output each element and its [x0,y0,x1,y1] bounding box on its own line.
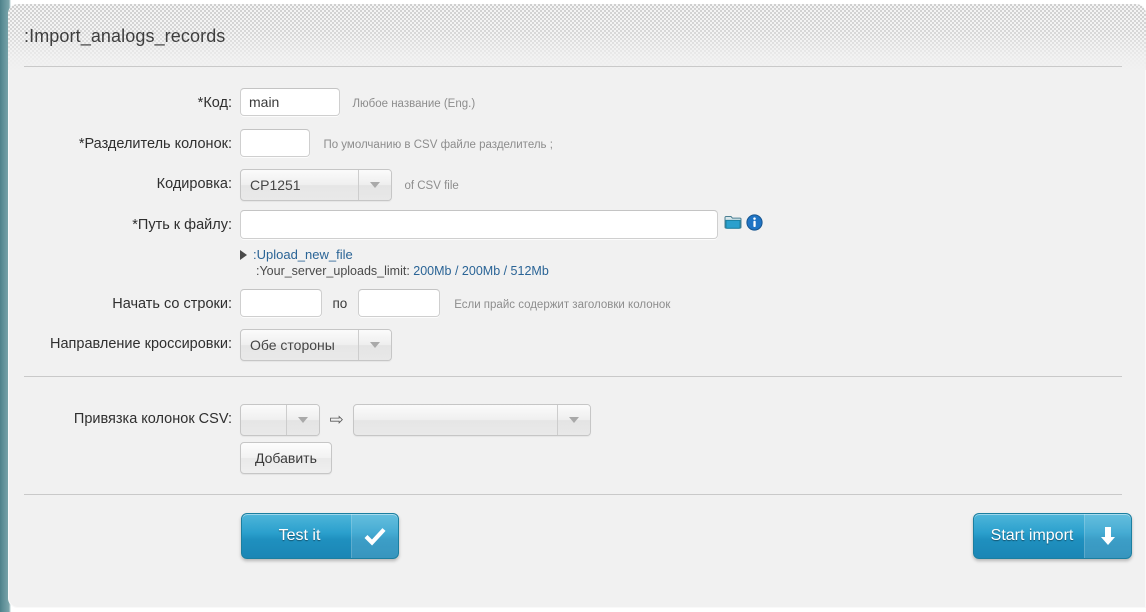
mapping-target-select[interactable] [353,404,592,436]
label-filepath: *Путь к файлу: [132,217,232,233]
controls-direction: Обе стороны [240,329,392,361]
mapping-source-select[interactable] [240,404,320,436]
startrow-separator: по [332,296,348,311]
row-mapping: Привязка колонок CSV: ⇨ [8,404,1146,436]
start-import-button[interactable]: Start import [973,513,1132,559]
controls-startrow: по Если прайс содержит заголовки колонок [240,289,670,317]
hint-delimiter: По умолчанию в CSV файле разделитель ; [323,139,553,151]
checkmark-icon [351,514,398,558]
limit-values: 200Mb / 200Mb / 512Mb [413,264,549,278]
add-mapping-button[interactable]: Добавить [240,442,332,474]
triangle-right-icon [240,249,247,260]
row-encoding: Кодировка: CP1251 of CSV file [8,169,1146,201]
label-direction: Направление кроссировки: [50,336,232,352]
start-import-label: Start import [990,527,1074,544]
row-delimiter: *Разделитель колонок: По умолчанию в CSV… [8,129,1146,159]
startrow-from-input[interactable] [240,289,322,317]
label-holder-code: *Код: [8,88,232,118]
hint-startrow: Если прайс содержит заголовки колонок [454,299,671,311]
upload-new-file-row: :Upload_new_file [240,246,353,262]
startrow-to-input[interactable] [357,289,440,317]
hint-code: Любое название (Eng.) [352,98,476,110]
encoding-select-value: CP1251 [250,177,301,193]
label-delimiter: *Разделитель колонок: [78,136,232,152]
header-divider [24,66,1122,67]
mapping-source-value [241,405,286,435]
label-mapping: Привязка колонок CSV: [73,411,232,427]
controls-delimiter: По умолчанию в CSV файле разделитель ; [240,129,553,157]
row-startrow: Начать со строки: по Если прайс содержит… [8,289,1146,319]
chevron-down-icon [286,405,319,435]
section-divider-actions [24,494,1122,495]
upload-new-file-link[interactable]: :Upload_new_file [253,247,353,262]
chevron-down-icon [358,170,391,200]
filepath-input[interactable] [240,210,718,239]
direction-select[interactable]: Обе стороны [240,329,392,361]
row-code: *Код: Любое название (Eng.) [8,88,1146,118]
folder-icon[interactable] [724,214,742,235]
server-uploads-limit: :Your_server_uploads_limit: 200Mb / 200M… [256,264,549,278]
import-panel: :Import_analogs_records *Код: Любое назв… [8,4,1146,608]
label-holder-filepath: *Путь к файлу: [8,210,232,240]
mapping-arrow-icon: ⇨ [329,410,344,429]
code-input[interactable] [240,88,340,116]
label-holder-startrow: Начать со строки: [8,289,232,319]
label-holder-direction: Направление кроссировки: [8,329,232,359]
label-encoding: Кодировка: [156,176,232,192]
chevron-down-icon [358,330,391,360]
direction-select-value: Обе стороны [250,337,335,353]
test-it-label: Test it [278,527,321,544]
section-divider-mapping [24,376,1122,377]
page-title: :Import_analogs_records [24,26,226,46]
label-startrow: Начать со строки: [112,296,232,312]
label-holder-delimiter: *Разделитель колонок: [8,129,232,159]
controls-code: Любое название (Eng.) [240,88,475,116]
app-frame: :Import_analogs_records *Код: Любое назв… [0,0,1146,612]
controls-mapping: ⇨ [240,404,592,436]
test-it-button[interactable]: Test it [241,513,399,559]
controls-filepath [240,210,718,239]
limit-prefix: :Your_server_uploads_limit: [256,264,410,278]
add-mapping-wrap: Добавить [240,442,332,474]
controls-encoding: CP1251 of CSV file [240,169,459,201]
label-holder-mapping: Привязка колонок CSV: [8,404,232,434]
label-holder-encoding: Кодировка: [8,169,232,199]
info-icon[interactable] [746,214,763,236]
encoding-select[interactable]: CP1251 [240,169,392,201]
chevron-down-icon [557,405,591,435]
row-direction: Направление кроссировки: Обе стороны [8,329,1146,361]
arrow-down-icon [1084,514,1131,558]
hint-encoding: of CSV file [404,180,459,193]
label-code: *Код: [197,95,232,111]
mapping-target-value [354,405,557,435]
delimiter-input[interactable] [240,129,310,157]
row-filepath: *Путь к файлу: [8,210,1146,240]
